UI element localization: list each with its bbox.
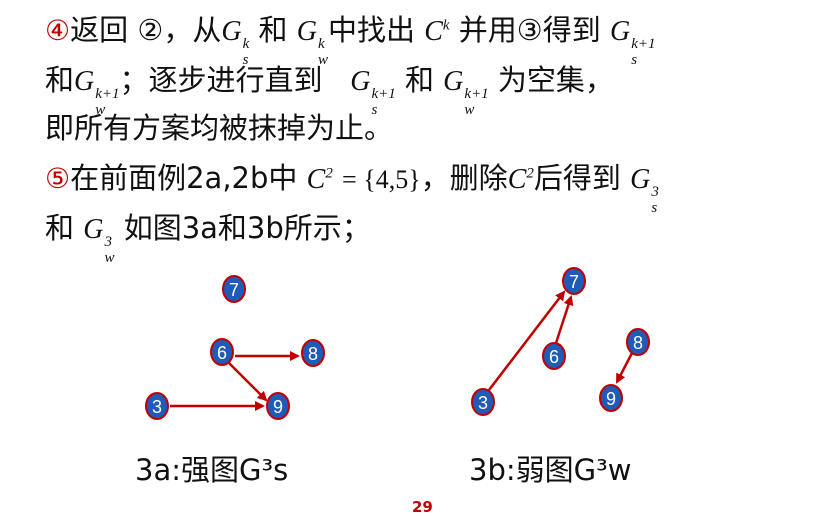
graph-b-node-7: 7: [562, 267, 586, 295]
caption-weak-graph: 3b:弱图G³w: [469, 453, 632, 487]
graph-b-edges: [488, 290, 634, 391]
graph-a-node-3: 3: [145, 392, 169, 420]
graph-a-node-8: 8: [301, 339, 325, 367]
node-label: 7: [569, 272, 579, 292]
edge-8-9: [615, 352, 634, 384]
node-label: 7: [229, 280, 239, 300]
node-label: 3: [152, 397, 162, 417]
node-label: 8: [308, 344, 318, 364]
node-label: 6: [549, 347, 559, 367]
node-label: 3: [478, 393, 488, 413]
node-label: 8: [633, 333, 643, 353]
graph-a-node-7: 7: [222, 275, 246, 303]
page-number: 29: [412, 498, 433, 516]
caption-strong-graph: 3a:强图G³s: [135, 453, 289, 487]
node-label: 9: [273, 397, 283, 417]
graph-figures: 7 6 8 3 9 7 6 8 3 9: [145, 267, 650, 420]
edge-6-7: [554, 295, 574, 344]
edge-6-9: [227, 361, 268, 402]
graph-a-node-6: 6: [210, 338, 234, 366]
node-label: 9: [606, 389, 616, 409]
edge-3-7: [488, 290, 566, 391]
graph-a-node-9: 9: [266, 392, 290, 420]
graph-b-node-6: 6: [542, 342, 566, 370]
graph-b-node-3: 3: [471, 388, 495, 416]
graph-b-node-9: 9: [599, 384, 623, 412]
node-label: 6: [217, 343, 227, 363]
graph-b-node-8: 8: [626, 328, 650, 356]
